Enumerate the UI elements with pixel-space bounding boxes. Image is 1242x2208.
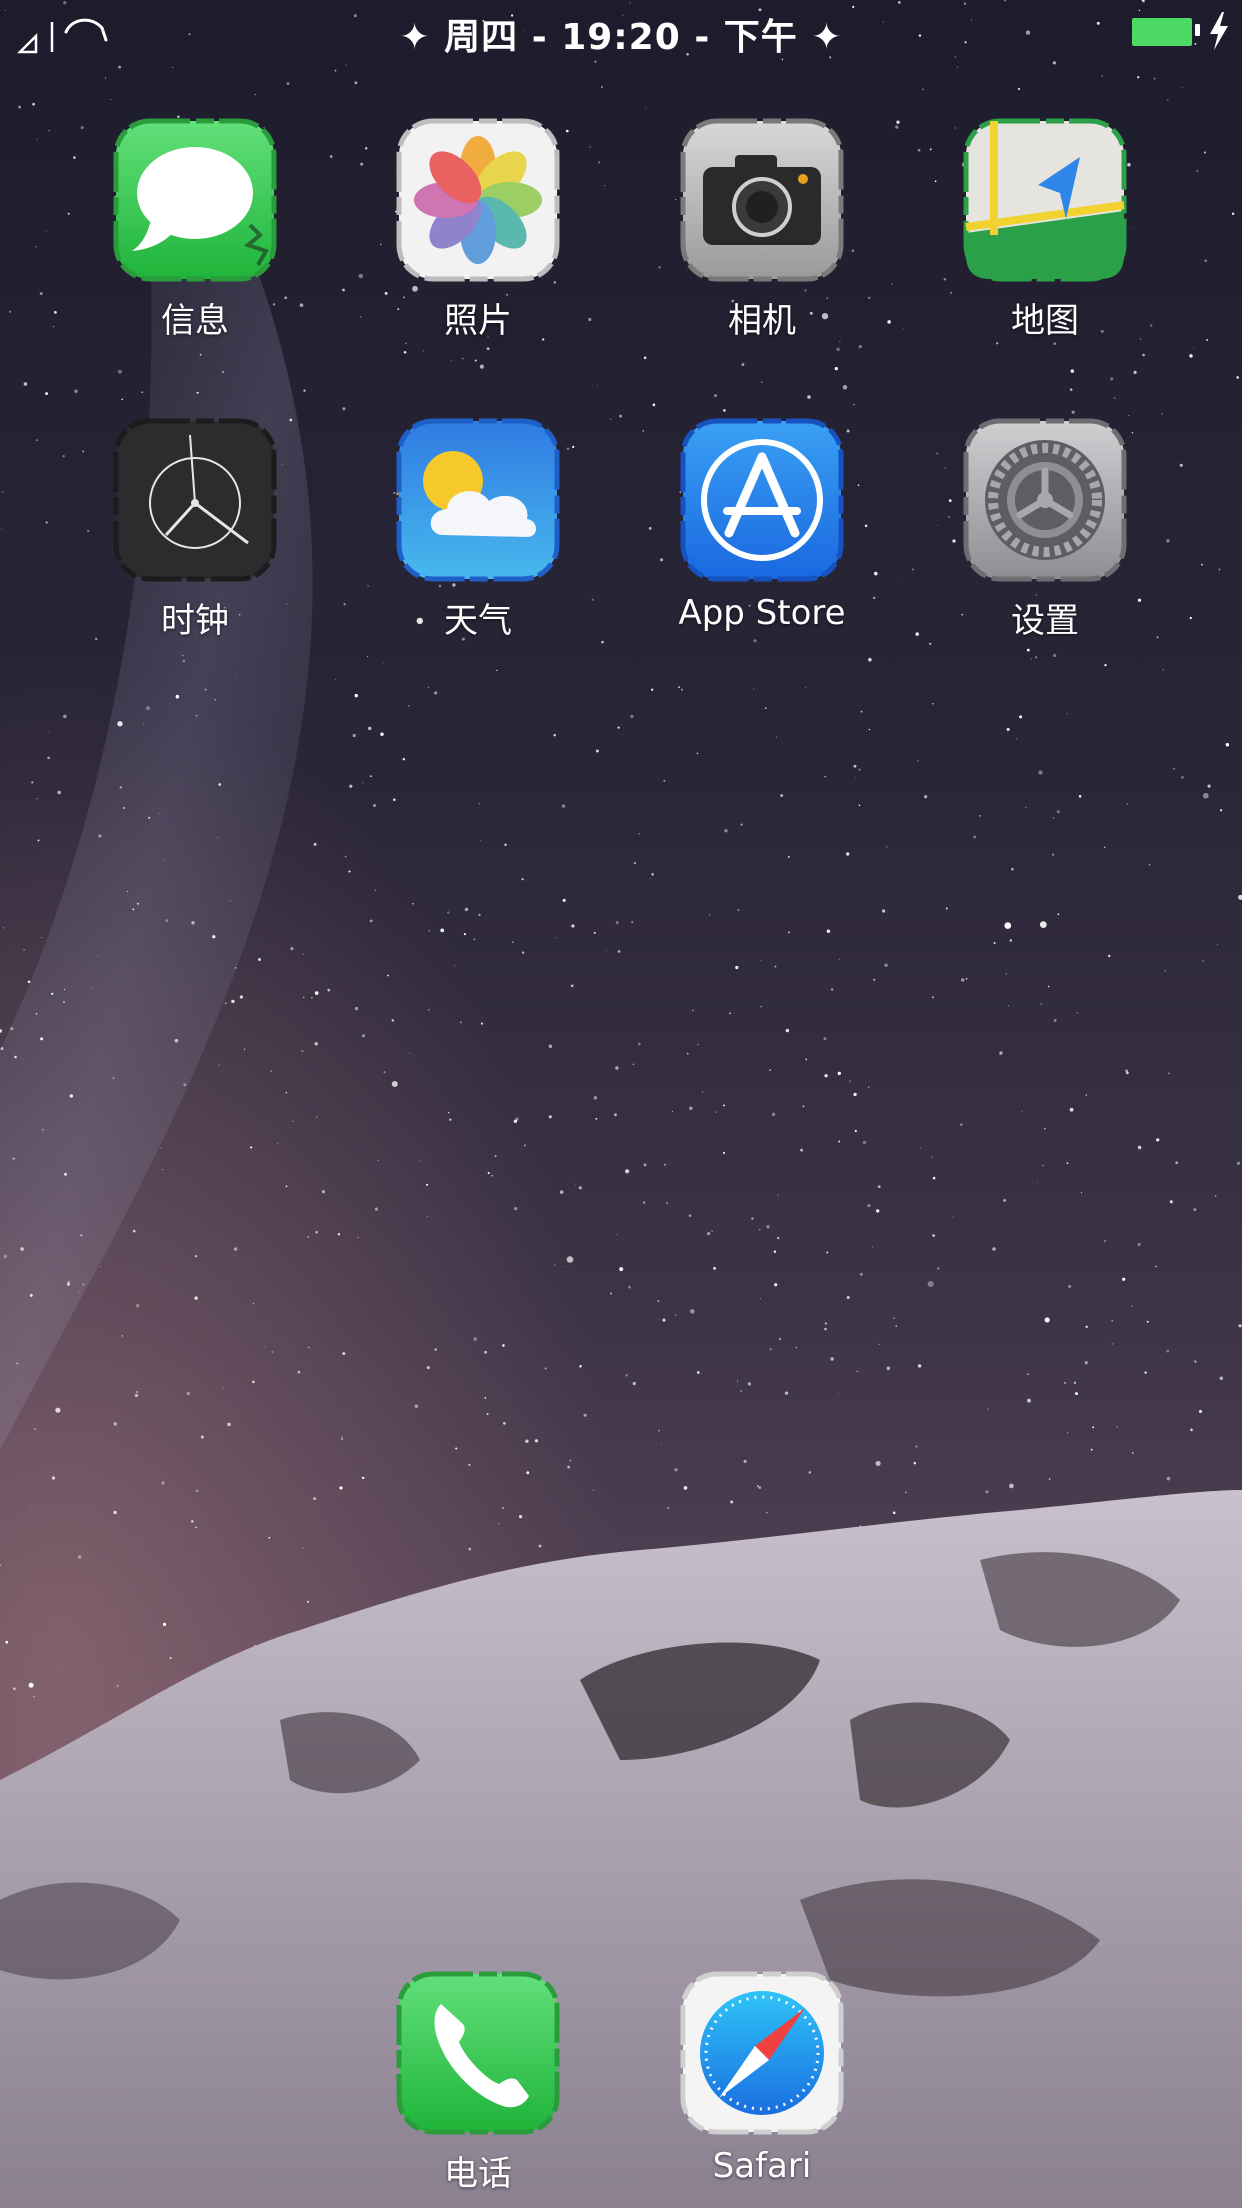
app-label: App Store xyxy=(678,593,846,633)
clock-icon xyxy=(110,415,280,585)
battery-fill xyxy=(1132,18,1192,46)
app-label: 设置 xyxy=(1011,601,1079,641)
app-label: 地图 xyxy=(1011,301,1079,341)
status-bar: ✦ 周四 - 19:20 - 下午 ✦ xyxy=(0,0,1242,62)
messages-icon xyxy=(110,115,280,285)
app-label: 时钟 xyxy=(161,601,229,641)
app-photos[interactable]: 照片 xyxy=(368,115,588,355)
app-maps[interactable]: 地图 xyxy=(935,115,1155,355)
settings-icon xyxy=(960,415,1130,585)
app-store-icon xyxy=(677,415,847,585)
charging-bolt-icon xyxy=(1210,12,1228,50)
weather-icon xyxy=(393,415,563,585)
camera-icon xyxy=(677,115,847,285)
status-date-time: ✦ 周四 - 19:20 - 下午 ✦ xyxy=(399,17,843,58)
dock-app-safari[interactable]: Safari xyxy=(652,1968,872,2208)
maps-icon xyxy=(960,115,1130,285)
battery-icon xyxy=(1130,16,1194,48)
dock-app-label: Safari xyxy=(712,2146,812,2186)
battery-tip xyxy=(1195,24,1200,36)
app-label: 信息 xyxy=(161,301,229,341)
app-settings[interactable]: 设置 xyxy=(935,415,1155,655)
app-camera[interactable]: 相机 xyxy=(652,115,872,355)
dock-app-label: 电话 xyxy=(444,2154,512,2194)
app-app-store[interactable]: App Store xyxy=(652,415,872,655)
app-label: 照片 xyxy=(444,301,512,341)
app-label: 天气 xyxy=(444,601,512,641)
phone-icon xyxy=(393,1968,563,2138)
app-clock[interactable]: 时钟 xyxy=(85,415,305,655)
safari-icon xyxy=(677,1968,847,2138)
app-weather[interactable]: 天气 xyxy=(368,415,588,655)
dock-app-phone[interactable]: 电话 xyxy=(368,1968,588,2208)
app-label: 相机 xyxy=(728,301,796,341)
app-messages[interactable]: 信息 xyxy=(85,115,305,355)
photos-icon xyxy=(393,115,563,285)
